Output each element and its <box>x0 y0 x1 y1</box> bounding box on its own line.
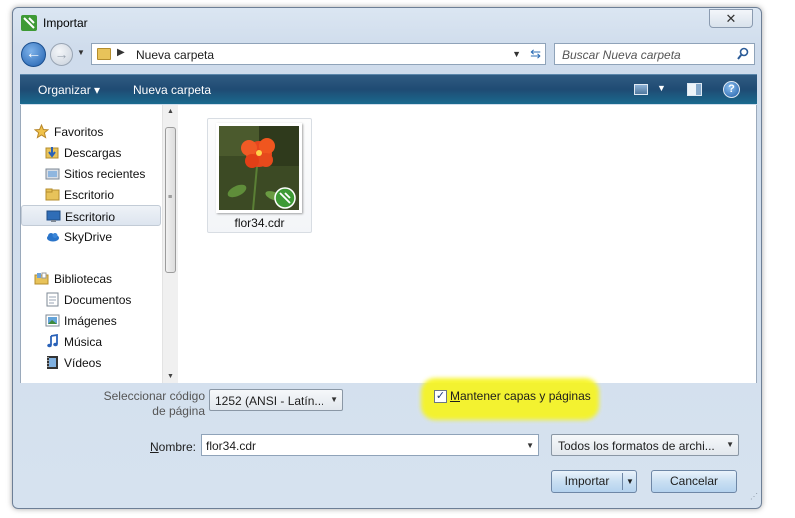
libraries-icon <box>34 272 49 285</box>
address-history-dropdown[interactable]: ▼ <box>512 49 521 59</box>
back-arrow-icon: ← <box>25 45 42 62</box>
address-bar[interactable]: ▶ Nueva carpeta ▼ ⇆ <box>91 43 546 65</box>
code-page-label: Seleccionar código de página <box>89 389 205 419</box>
change-view-icon[interactable] <box>634 84 648 95</box>
search-box[interactable]: Buscar Nueva carpeta <box>554 43 755 65</box>
keep-layers-checkbox[interactable]: ✓ <box>434 390 447 403</box>
filename-label: Nombre: <box>150 440 196 454</box>
folder-icon <box>45 188 60 201</box>
import-options-dropdown[interactable]: ▼ <box>626 471 634 492</box>
sidebar-item-descargas[interactable]: Descargas <box>21 142 161 163</box>
window-title: Importar <box>43 16 88 30</box>
file-type-select[interactable]: Todos los formatos de archi... ▼ <box>551 434 739 456</box>
split-divider <box>622 473 623 490</box>
sidebar-item-videos[interactable]: Vídeos <box>21 352 161 373</box>
sidebar-item-label: Documentos <box>64 293 132 307</box>
sidebar-item-imagenes[interactable]: Imágenes <box>21 310 161 331</box>
filename-label-text: ombre: <box>158 440 197 454</box>
file-item[interactable]: flor34.cdr <box>207 118 312 233</box>
recent-places-icon <box>45 168 60 180</box>
close-button[interactable]: ✕ <box>709 9 753 28</box>
chevron-down-icon[interactable]: ▼ <box>526 441 534 450</box>
sidebar-item-label: Escritorio <box>65 210 116 224</box>
code-page-select[interactable]: 1252 (ANSI - Latín... ▼ <box>209 389 343 411</box>
sidebar-item-label: Descargas <box>64 146 122 160</box>
cancel-button[interactable]: Cancelar <box>651 470 737 493</box>
title-bar: Importar ✕ <box>13 8 761 38</box>
sidebar-item-label: Vídeos <box>64 356 102 370</box>
scroll-up-icon[interactable]: ▲ <box>167 108 174 115</box>
sidebar-item-label: Bibliotecas <box>54 272 113 286</box>
breadcrumb-current-folder[interactable]: Nueva carpeta <box>136 48 214 62</box>
scroll-grip-icon: ≡ <box>168 194 173 201</box>
sidebar-item-skydrive[interactable]: SkyDrive <box>21 226 161 247</box>
filename-value[interactable]: flor34.cdr <box>206 439 256 453</box>
search-input[interactable]: Buscar Nueva carpeta <box>562 48 681 62</box>
file-name: flor34.cdr <box>234 216 285 230</box>
star-icon <box>34 124 49 139</box>
coreldraw-app-icon <box>21 15 37 31</box>
folder-icon <box>97 48 111 60</box>
checkmark-icon: ✓ <box>435 390 446 402</box>
preview-pane-icon[interactable] <box>687 83 702 96</box>
browser-area: Favoritos Descargas Sitios recientes Esc… <box>20 105 757 383</box>
import-dialog: Importar ✕ ← → ▼ ▶ Nueva carpeta ▼ ⇆ Bus… <box>12 7 762 509</box>
downloads-icon <box>45 147 59 159</box>
documents-icon <box>46 292 59 307</box>
view-options-dropdown[interactable]: ▼ <box>657 83 666 93</box>
sidebar-item-label: Imágenes <box>64 314 117 328</box>
code-page-label-line2: de página <box>152 404 205 418</box>
import-button-label: Importar <box>564 474 610 488</box>
sidebar-item-label: Escritorio <box>64 188 115 202</box>
videos-icon <box>47 356 58 369</box>
dialog-footer: Seleccionar código de página 1252 (ANSI … <box>13 378 761 504</box>
desktop-icon <box>46 210 61 222</box>
filename-accesskey: N <box>150 440 159 454</box>
forward-button[interactable]: → <box>50 43 73 66</box>
scroll-thumb[interactable]: ≡ <box>165 127 176 273</box>
music-icon <box>47 334 58 348</box>
address-row: ← → ▼ ▶ Nueva carpeta ▼ ⇆ Buscar Nueva c… <box>13 40 761 68</box>
sidebar-item-bibliotecas[interactable]: Bibliotecas <box>21 268 161 289</box>
close-icon: ✕ <box>725 11 737 26</box>
recent-locations-dropdown[interactable]: ▼ <box>77 48 85 57</box>
help-icon[interactable]: ? <box>723 81 740 98</box>
search-icon[interactable] <box>737 47 749 61</box>
navigation-pane: Favoritos Descargas Sitios recientes Esc… <box>21 105 178 383</box>
sidebar-item-documentos[interactable]: Documentos <box>21 289 161 310</box>
cdr-file-thumbnail <box>216 123 302 213</box>
command-toolbar: Organizar ▾ Nueva carpeta ▼ ? <box>20 74 757 104</box>
resize-grip-icon[interactable]: ⋰ <box>750 492 758 501</box>
chevron-down-icon: ▼ <box>726 440 734 449</box>
keep-layers-label[interactable]: Mantener capas y páginas <box>450 389 591 403</box>
sidebar-item-escritorio-folder[interactable]: Escritorio <box>21 184 161 205</box>
file-type-value: Todos los formatos de archi... <box>558 439 715 453</box>
sidebar-item-sitios-recientes[interactable]: Sitios recientes <box>21 163 161 184</box>
pictures-icon <box>45 314 60 327</box>
refresh-icon[interactable]: ⇆ <box>530 46 541 62</box>
sidebar-item-escritorio-desktop[interactable]: Escritorio <box>21 205 161 226</box>
code-page-value: 1252 (ANSI - Latín... <box>215 394 323 408</box>
breadcrumb-arrow-icon[interactable]: ▶ <box>117 47 125 58</box>
code-page-label-line1: Seleccionar código <box>103 389 205 403</box>
filename-input[interactable]: flor34.cdr ▼ <box>201 434 539 456</box>
sidebar-item-label: Sitios recientes <box>64 167 146 181</box>
sidebar-scrollbar[interactable]: ▲ ≡ ▼ <box>162 105 178 383</box>
organize-menu[interactable]: Organizar ▾ <box>38 83 100 97</box>
sidebar-item-label: Favoritos <box>54 125 104 139</box>
keep-layers-label-text: antener capas y páginas <box>460 389 591 403</box>
file-list: flor34.cdr <box>179 105 757 383</box>
forward-arrow-icon: → <box>54 46 69 62</box>
cloud-icon <box>47 233 59 242</box>
sidebar-item-favoritos[interactable]: Favoritos <box>21 121 161 142</box>
keep-layers-accesskey: M <box>450 389 460 403</box>
scroll-down-icon[interactable]: ▼ <box>167 373 174 380</box>
sidebar-item-musica[interactable]: Música <box>21 331 161 352</box>
import-button[interactable]: Importar ▼ <box>551 470 637 493</box>
new-folder-button[interactable]: Nueva carpeta <box>133 83 211 97</box>
back-button[interactable]: ← <box>21 42 46 67</box>
chevron-down-icon: ▼ <box>330 395 338 404</box>
sidebar-item-label: SkyDrive <box>64 230 113 244</box>
sidebar-item-label: Música <box>64 335 103 349</box>
